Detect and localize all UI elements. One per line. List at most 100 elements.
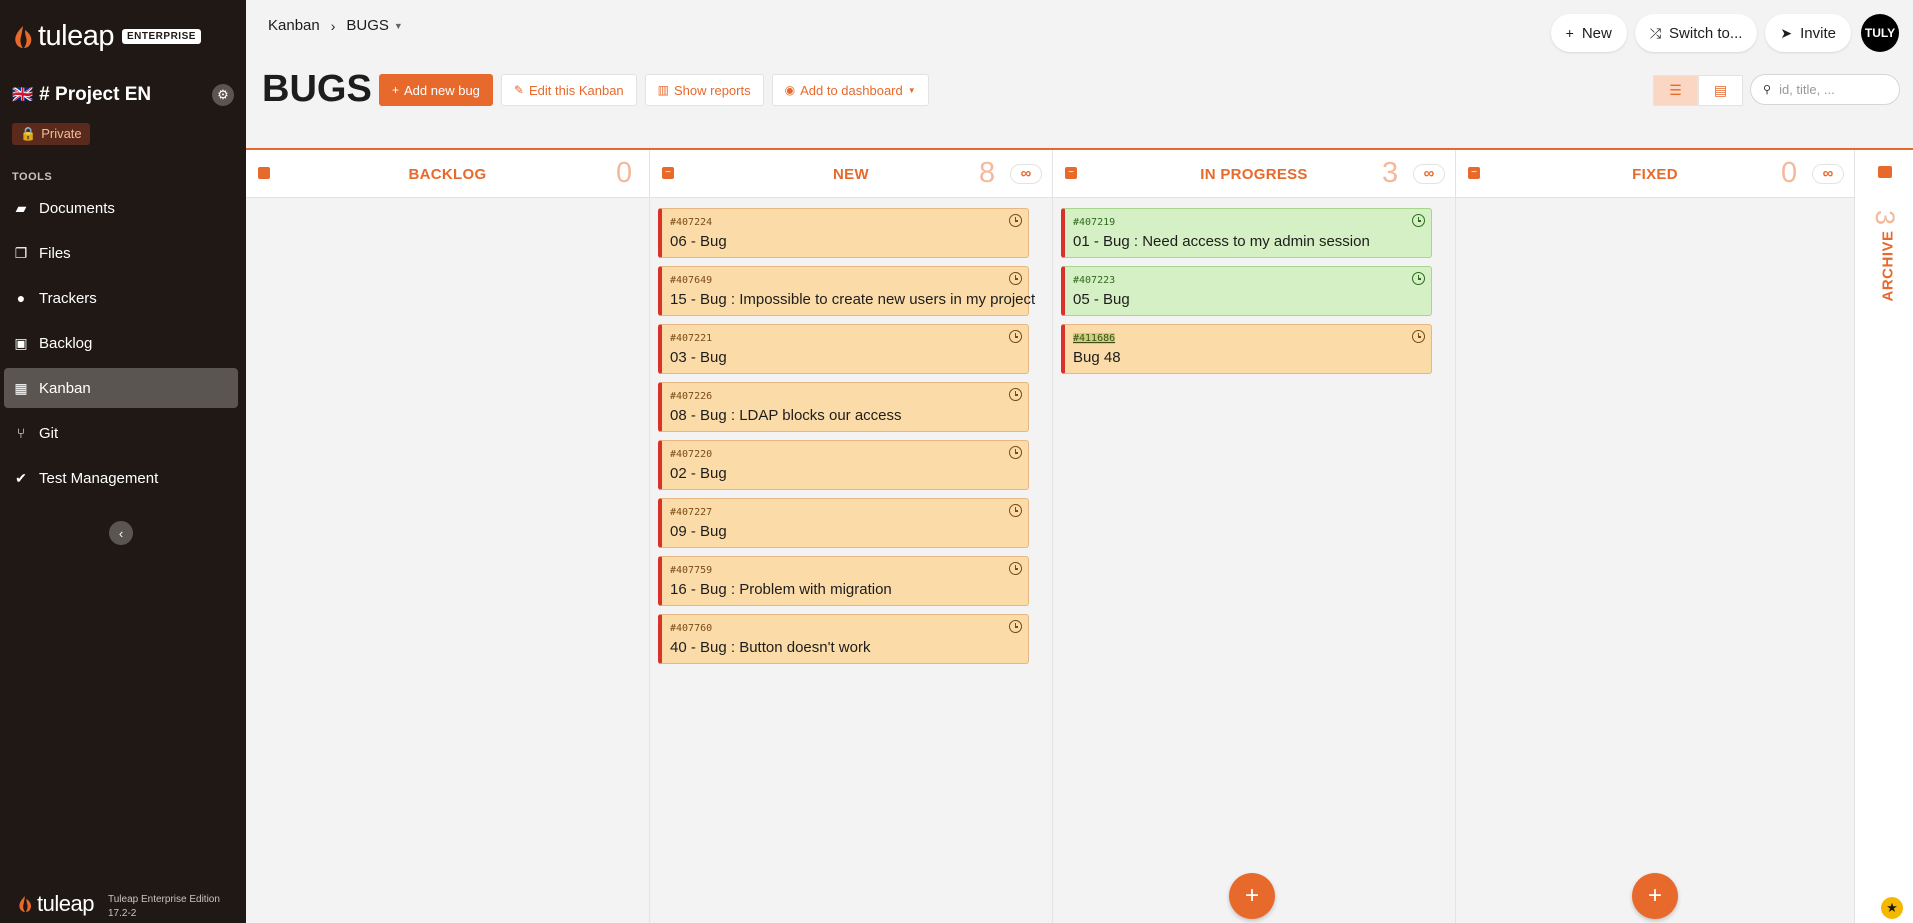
column-header: − FIXED 0 ∞ [1456,150,1854,198]
kanban-board: BACKLOG 0 − NEW 8 ∞ #407224 06 - Bug #40… [246,148,1913,923]
sidebar-item-label: Git [39,424,59,442]
card-id[interactable]: #407759 [670,565,712,576]
wip-limit-badge[interactable]: ∞ [1812,164,1844,184]
card-id[interactable]: #407760 [670,623,712,634]
sidebar-item-trackers[interactable]: ● Trackers [4,278,238,318]
edition-badge: ENTERPRISE [122,29,201,44]
add-card-button[interactable]: + [1632,873,1678,919]
kanban-card[interactable]: #411686 Bug 48 [1061,324,1432,374]
card-id[interactable]: #407649 [670,275,712,286]
kanban-card[interactable]: #407219 01 - Bug : Need access to my adm… [1061,208,1432,258]
dashboard-label: Add to dashboard [800,82,903,98]
clock-icon [1009,562,1022,575]
card-title: Bug 48 [1073,349,1121,366]
cards-icon: ▤ [1713,82,1728,98]
card-title: 05 - Bug [1073,291,1130,308]
add-card-button[interactable]: + [1229,873,1275,919]
card-title: 08 - Bug : LDAP blocks our access [670,407,902,424]
star-icon[interactable]: ★ [1881,897,1903,919]
project-header: 🇬🇧 # Project EN ⚙ [12,84,234,106]
wip-limit-badge[interactable]: ∞ [1413,164,1445,184]
sidebar-item-documents[interactable]: ▰ Documents [4,188,238,228]
breadcrumb: Kanban › BUGS ▼ [268,17,403,34]
collapse-sidebar-button[interactable]: ‹ [109,521,133,545]
sidebar-item-git[interactable]: ⑂ Git [4,413,238,453]
clock-icon [1412,214,1425,227]
kanban-card[interactable]: #407221 03 - Bug [658,324,1029,374]
column-title: BACKLOG [408,166,487,183]
plus-icon: + [1647,882,1662,909]
card-id[interactable]: #407219 [1073,217,1115,228]
sidebar-item-files[interactable]: ❐ Files [4,233,238,273]
kanban-card[interactable]: #407759 16 - Bug : Problem with migratio… [658,556,1029,606]
sidebar-item-backlog[interactable]: ▣ Backlog [4,323,238,363]
kanban-card[interactable]: #407760 40 - Bug : Button doesn't work [658,614,1029,664]
add-to-dashboard-button[interactable]: ◉ Add to dashboard ▼ [771,74,929,106]
switch-label: Switch to... [1669,24,1743,42]
kanban-card[interactable]: #407224 06 - Bug [658,208,1029,258]
card-title: 02 - Bug [670,465,727,482]
search-input[interactable]: ⚲ id, title, ... [1750,74,1900,105]
git-icon: ⑂ [16,425,26,441]
sidebar-item-kanban[interactable]: ▦ Kanban [4,368,238,408]
column-archive[interactable]: 3 ARCHIVE [1855,150,1913,923]
card-id[interactable]: #407227 [670,507,712,518]
kanban-card[interactable]: #407220 02 - Bug [658,440,1029,490]
search-placeholder: id, title, ... [1779,82,1835,97]
gear-icon[interactable]: ⚙ [212,84,234,106]
card-id[interactable]: #407223 [1073,275,1115,286]
privacy-badge[interactable]: 🔒 Private [12,123,90,145]
card-title: 03 - Bug [670,349,727,366]
clock-icon [1412,272,1425,285]
card-id[interactable]: #407226 [670,391,712,402]
clock-icon [1009,504,1022,517]
breadcrumb-kanban[interactable]: Kanban [268,17,320,34]
folder-icon: ▰ [15,199,27,216]
card-id[interactable]: #407224 [670,217,712,228]
view-detailed-button[interactable]: ▤ [1698,75,1743,106]
chevron-right-icon: › [330,17,336,34]
view-compact-button[interactable]: ☰ [1653,75,1698,106]
clock-icon [1009,620,1022,633]
switch-to-button[interactable]: ⤮ Switch to... [1634,14,1758,52]
kanban-card[interactable]: #407227 09 - Bug [658,498,1029,548]
clock-icon [1009,388,1022,401]
caret-down-icon[interactable]: ▼ [394,21,403,31]
card-title: 01 - Bug : Need access to my admin sessi… [1073,233,1370,250]
invite-button[interactable]: ➤ Invite [1765,14,1851,52]
paper-plane-icon: ➤ [1780,24,1793,41]
chart-icon: ▥ [657,83,670,97]
edit-label: Edit this Kanban [528,82,624,98]
card-id[interactable]: #407220 [670,449,712,460]
sidebar-item-label: Backlog [39,334,93,352]
card-id[interactable]: #407221 [670,333,712,344]
card-id[interactable]: #411686 [1073,333,1116,344]
sidebar-item-label: Documents [39,199,115,217]
sidebar-item-test-management[interactable]: ✔ Test Management [4,458,238,498]
kanban-card[interactable]: #407223 05 - Bug [1061,266,1432,316]
clock-icon [1009,214,1022,227]
project-name[interactable]: # Project EN [39,84,212,106]
add-new-bug-button[interactable]: + Add new bug [379,74,493,106]
breadcrumb-bugs[interactable]: BUGS [346,17,389,34]
card-title: 40 - Bug : Button doesn't work [670,639,871,656]
kanban-card[interactable]: #407649 15 - Bug : Impossible to create … [658,266,1035,316]
user-avatar[interactable]: TULY [1861,14,1899,52]
reports-label: Show reports [674,82,751,98]
clock-icon [1412,330,1425,343]
column-count: 0 [1781,157,1798,189]
show-reports-button[interactable]: ▥ Show reports [644,74,764,106]
sidebar: tuleap ENTERPRISE 🇬🇧 # Project EN ⚙ 🔒 Pri… [0,0,246,923]
column-count: 8 [979,157,996,189]
kanban-card[interactable]: #407226 08 - Bug : LDAP blocks our acces… [658,382,1029,432]
kanban-actions: + Add new bug ✎ Edit this Kanban ▥ Show rep… [379,74,937,106]
chevron-left-icon: ‹ [118,525,124,541]
column-count: 3 [1870,209,1901,226]
backlog-icon: ▣ [14,334,28,351]
wip-limit-badge[interactable]: ∞ [1010,164,1042,184]
search-icon: ⚲ [1763,84,1772,96]
new-button[interactable]: + New [1550,14,1627,52]
edit-kanban-button[interactable]: ✎ Edit this Kanban [500,74,637,106]
tuleap-logo[interactable]: tuleap ENTERPRISE [12,20,201,53]
column-in-progress: − IN PROGRESS 3 ∞ #407219 01 - Bug : Nee… [1053,150,1456,923]
